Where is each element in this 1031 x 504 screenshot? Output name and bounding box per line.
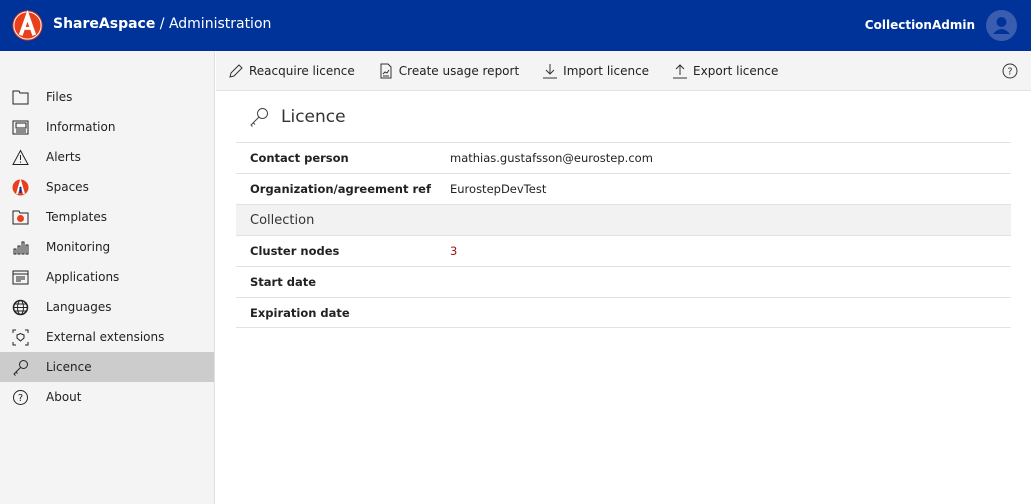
sidebar-item-label: Applications	[46, 270, 120, 284]
field-label: Expiration date	[250, 305, 350, 320]
avatar[interactable]	[986, 10, 1017, 41]
section-header: Collection	[236, 204, 1011, 235]
field-value: 3	[450, 244, 458, 258]
key-icon	[13, 359, 28, 376]
brand-name: ShareAspace	[53, 16, 156, 32]
sidebar-item-label: Templates	[46, 210, 108, 224]
sidebar-item-label: Information	[46, 120, 116, 134]
import-label: Import licence	[563, 63, 650, 78]
bar-chart-icon	[13, 241, 29, 254]
sidebar-item-external-extensions[interactable]: External extensions	[0, 322, 214, 352]
export-label: Export licence	[693, 63, 779, 78]
sidebar-item-label: Files	[46, 90, 73, 104]
field-label: Cluster nodes	[250, 244, 340, 258]
export-licence-button[interactable]: Export licence	[672, 63, 778, 79]
app-window-icon	[12, 270, 29, 284]
sidebar-item-files[interactable]: Files	[0, 82, 214, 112]
key-icon	[250, 108, 268, 127]
svg-text:?: ?	[18, 393, 23, 404]
folder-icon	[12, 90, 29, 104]
pencil-icon	[229, 63, 243, 78]
contact-person-row: Contact person mathias.gustafsson@euroste…	[236, 142, 1011, 173]
report-label: Create usage report	[398, 63, 520, 78]
sidebar-item-label: Languages	[46, 300, 112, 314]
sidebar-item-spaces[interactable]: Spaces	[0, 172, 214, 202]
page-title-text: Licence	[281, 107, 346, 127]
sidebar-item-templates[interactable]: Templates	[0, 202, 214, 232]
user-icon	[993, 17, 1010, 34]
newspaper-icon	[12, 120, 29, 134]
field-label: Contact person	[250, 151, 349, 165]
page-title: Licence	[236, 92, 1011, 142]
sidebar-item-monitoring[interactable]: Monitoring	[0, 232, 214, 262]
import-licence-button[interactable]: Import licence	[542, 63, 649, 79]
cluster-nodes-row: Cluster nodes 3	[236, 235, 1011, 266]
licence-panel: Licence Contact person mathias.gustafsson…	[236, 92, 1011, 328]
sidebar-item-information[interactable]: Information	[0, 112, 214, 142]
create-usage-report-button[interactable]: Create usage report	[378, 63, 519, 79]
sidebar-item-label: Licence	[46, 360, 92, 374]
sidebar-item-label: Monitoring	[46, 240, 111, 254]
shareaspace-logo-icon	[12, 178, 29, 195]
globe-icon	[12, 299, 29, 315]
sidebar-item-label: External extensions	[46, 330, 165, 344]
report-icon	[380, 63, 392, 78]
svg-text:?: ?	[1007, 67, 1012, 78]
sidebar-item-about[interactable]: ? About	[0, 382, 214, 412]
shareaspace-logo-icon[interactable]	[12, 10, 43, 41]
sidebar-item-languages[interactable]: Languages	[0, 292, 214, 322]
expiration-date-row: Expiration date	[236, 297, 1011, 328]
sidebar-item-applications[interactable]: Applications	[0, 262, 214, 292]
sidebar-item-alerts[interactable]: Alerts	[0, 142, 214, 172]
field-label: Start date	[250, 275, 317, 289]
sidebar-item-licence[interactable]: Licence	[0, 352, 214, 382]
field-value: EurostepDevTest	[450, 182, 547, 196]
question-icon: ?	[13, 389, 28, 405]
sidebar-item-label: Alerts	[46, 150, 81, 164]
section-name: / Administration	[155, 16, 272, 32]
user-name[interactable]: CollectionAdmin	[865, 18, 975, 32]
field-label: Organization/agreement ref	[250, 182, 431, 196]
reacquire-licence-button[interactable]: Reacquire licence	[228, 63, 355, 79]
template-folder-icon	[12, 210, 29, 224]
app-header: ShareAspace / Administration CollectionA…	[0, 0, 1031, 51]
toolbar: Reacquire licence Create usage report Im…	[216, 51, 1031, 91]
start-date-row: Start date	[236, 266, 1011, 297]
extension-scan-icon	[12, 329, 29, 345]
download-icon	[543, 63, 558, 78]
app-title: ShareAspace / Administration	[53, 16, 271, 32]
field-value: mathias.gustafsson@eurostep.com	[450, 151, 653, 165]
organization-row: Organization/agreement ref EurostepDevTes…	[236, 173, 1011, 204]
sidebar: Files Information Alerts Spaces Template…	[0, 51, 215, 504]
warning-icon	[12, 148, 29, 165]
sidebar-item-label: About	[46, 390, 82, 404]
sidebar-item-label: Spaces	[46, 180, 89, 194]
help-icon[interactable]: ?	[1002, 63, 1018, 79]
upload-icon	[673, 63, 688, 78]
reacquire-label: Reacquire licence	[249, 63, 355, 78]
